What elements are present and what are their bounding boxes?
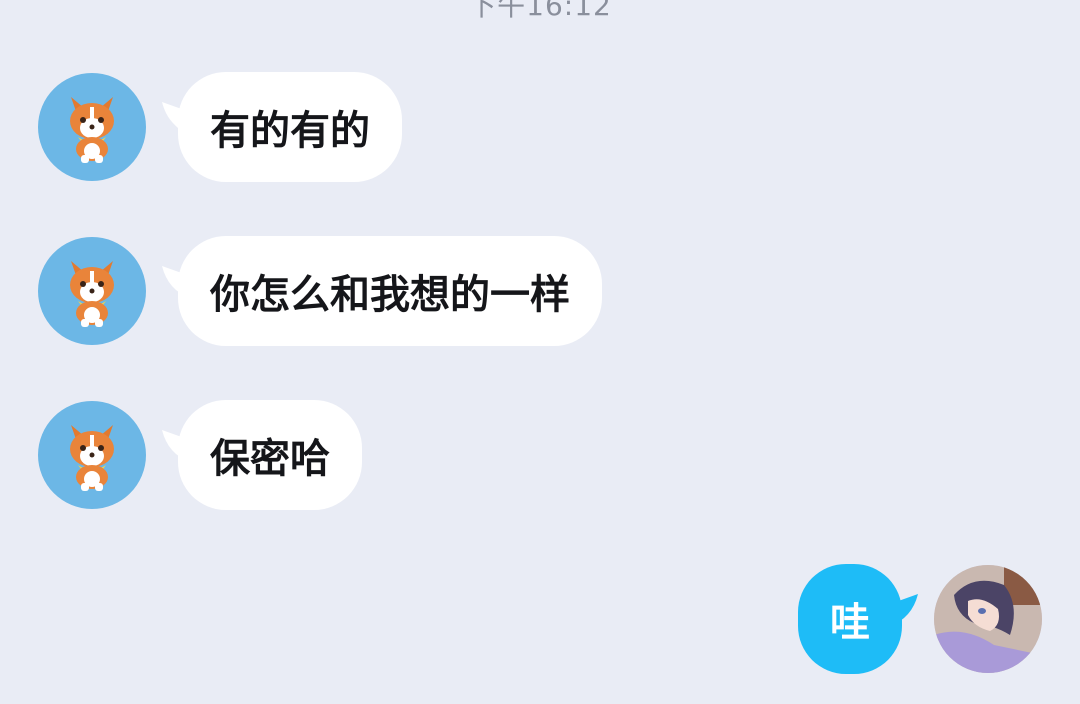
message-row: 你怎么和我想的一样 — [0, 236, 1080, 348]
corgi-avatar[interactable] — [38, 73, 146, 181]
chat-timestamp: 下午16:12 — [468, 0, 612, 22]
corgi-avatar[interactable] — [38, 237, 146, 345]
message-row: 哇 — [0, 564, 1080, 676]
message-row: 保密哈 — [0, 400, 1080, 512]
message-bubble[interactable]: 你怎么和我想的一样 — [178, 236, 602, 346]
message-bubble[interactable]: 有的有的 — [178, 72, 402, 182]
message-row: 有的有的 — [0, 72, 1080, 184]
message-bubble[interactable]: 哇 — [798, 564, 902, 674]
message-bubble[interactable]: 保密哈 — [178, 400, 362, 510]
corgi-avatar[interactable] — [38, 401, 146, 509]
anime-user-avatar[interactable] — [934, 565, 1042, 673]
